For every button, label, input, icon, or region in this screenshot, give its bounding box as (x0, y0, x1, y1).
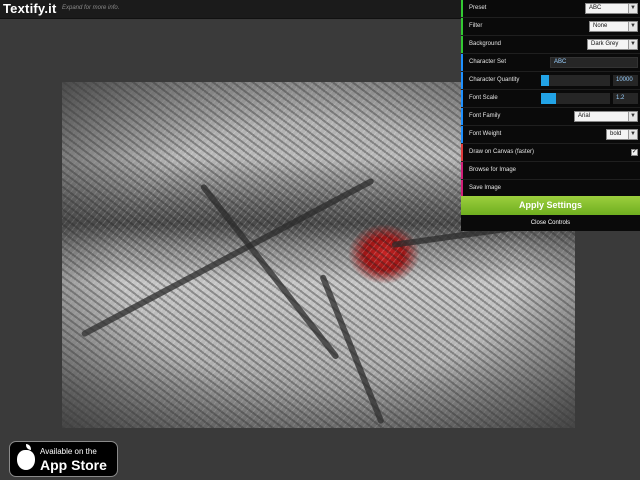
row-accent (461, 0, 463, 17)
character-set-input[interactable]: ABC (550, 57, 638, 68)
font-family-value: Arial (578, 113, 591, 119)
font-family-row: Font Family Arial ▼ (461, 108, 640, 126)
close-controls-button[interactable]: Close Controls (461, 216, 640, 231)
background-select[interactable]: Dark Grey ▼ (587, 39, 638, 50)
row-accent (461, 162, 463, 179)
row-accent (461, 36, 463, 53)
row-accent (461, 180, 463, 197)
controls-panel: Preset ABC ▼ Filter None ▼ Background Da… (461, 0, 640, 231)
apple-icon (17, 444, 35, 470)
font-scale-row: Font Scale 1.2 (461, 90, 640, 108)
save-image-button[interactable]: Save Image (469, 185, 501, 191)
filter-label: Filter (469, 23, 483, 29)
character-quantity-value[interactable]: 10000 (613, 75, 638, 86)
font-family-label: Font Family (469, 113, 501, 119)
character-quantity-row: Character Quantity 10000 (461, 72, 640, 90)
background-value: Dark Grey (591, 41, 619, 47)
font-family-select[interactable]: Arial ▼ (574, 111, 638, 122)
row-accent (461, 18, 463, 35)
font-scale-label: Font Scale (469, 95, 498, 101)
slider-fill (541, 93, 557, 104)
preset-select[interactable]: ABC ▼ (585, 3, 638, 14)
filter-select[interactable]: None ▼ (589, 21, 638, 32)
character-quantity-label: Character Quantity (469, 77, 520, 83)
app-store-title: App Store (40, 457, 107, 473)
filter-row: Filter None ▼ (461, 18, 640, 36)
chevron-down-icon: ▼ (628, 40, 637, 49)
app-store-badge[interactable]: Available on the App Store (9, 441, 118, 477)
preset-value: ABC (589, 5, 602, 11)
info-tagline[interactable]: Expand for more info. (62, 5, 119, 11)
filter-value: None (593, 23, 608, 29)
app-logo[interactable]: Textify.it (3, 1, 57, 16)
app-store-caption: Available on the (40, 447, 97, 456)
branch-shape (199, 183, 340, 361)
draw-on-canvas-row: Draw on Canvas (faster) ✓ (461, 144, 640, 162)
character-set-row: Character Set ABC (461, 54, 640, 72)
row-accent (461, 108, 463, 125)
chevron-down-icon: ▼ (628, 130, 637, 139)
preset-label: Preset (469, 5, 487, 11)
character-set-label: Character Set (469, 59, 507, 65)
chevron-down-icon: ▼ (628, 112, 637, 121)
slider-fill (541, 75, 550, 86)
draw-on-canvas-label: Draw on Canvas (faster) (469, 149, 535, 155)
row-accent (461, 144, 463, 161)
character-quantity-slider[interactable] (541, 75, 610, 86)
font-weight-select[interactable]: bold ▼ (606, 129, 638, 140)
browse-row[interactable]: Browse for Image (461, 162, 640, 180)
background-label: Background (469, 41, 502, 47)
row-accent (461, 72, 463, 89)
font-scale-slider[interactable] (541, 93, 610, 104)
row-accent (461, 90, 463, 107)
font-weight-label: Font Weight (469, 131, 502, 137)
branch-shape (80, 177, 375, 338)
row-accent (461, 126, 463, 143)
background-row: Background Dark Grey ▼ (461, 36, 640, 54)
branch-shape (319, 273, 385, 425)
font-scale-value[interactable]: 1.2 (613, 93, 638, 104)
chevron-down-icon: ▼ (628, 22, 637, 31)
browse-for-image-button[interactable]: Browse for Image (469, 167, 516, 173)
font-weight-row: Font Weight bold ▼ (461, 126, 640, 144)
preset-row: Preset ABC ▼ (461, 0, 640, 18)
font-weight-value: bold (610, 131, 622, 137)
row-accent (461, 54, 463, 71)
chevron-down-icon: ▼ (628, 4, 637, 13)
draw-on-canvas-checkbox[interactable]: ✓ (631, 149, 638, 156)
apply-settings-button[interactable]: Apply Settings (461, 196, 640, 215)
